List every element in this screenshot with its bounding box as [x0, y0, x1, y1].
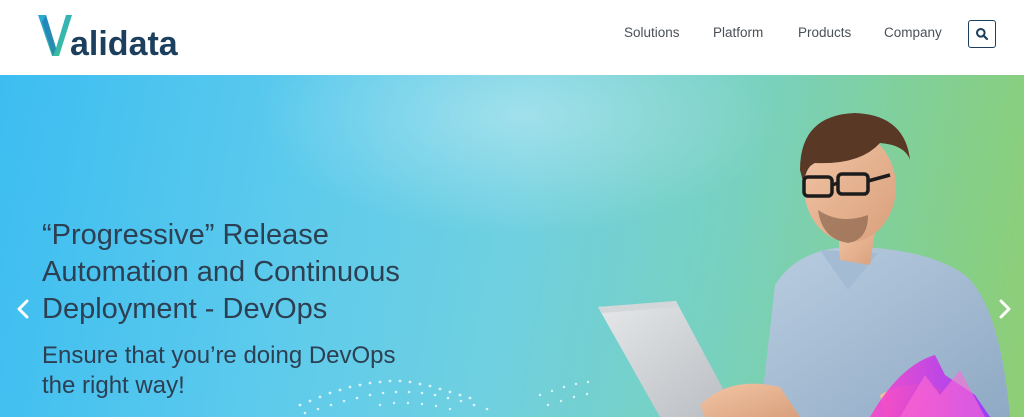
carousel-next-button[interactable] [994, 295, 1016, 323]
nav-company[interactable]: Company [884, 25, 942, 40]
chevron-left-icon [17, 299, 29, 319]
logo-wordmark: alidata [70, 25, 179, 62]
chevron-right-icon [999, 299, 1011, 319]
hero-banner: “Progressive” Release Automation and Con… [0, 75, 1024, 417]
subline-line-1: Ensure that you’re doing DevOps [42, 342, 396, 369]
carousel-prev-button[interactable] [12, 295, 34, 323]
headline-line-2: Automation and Continuous [42, 256, 400, 288]
hero-headline: “Progressive” Release Automation and Con… [42, 217, 502, 328]
nav-platform[interactable]: Platform [713, 25, 763, 40]
light-glow [260, 75, 780, 235]
headline-line-1: “Progressive” Release [42, 219, 329, 251]
subline-line-2: the right way! [42, 372, 185, 399]
headline-line-3: Deployment - DevOps [42, 293, 328, 325]
search-button[interactable] [968, 20, 996, 48]
site-header: alidata Solutions Platform Products Comp… [0, 0, 1024, 75]
nav-solutions[interactable]: Solutions [624, 25, 680, 40]
search-icon [976, 28, 989, 41]
validata-logo[interactable]: alidata [36, 12, 206, 62]
nav-products[interactable]: Products [798, 25, 851, 40]
hero-subline: Ensure that you’re doing DevOps the righ… [42, 341, 502, 401]
